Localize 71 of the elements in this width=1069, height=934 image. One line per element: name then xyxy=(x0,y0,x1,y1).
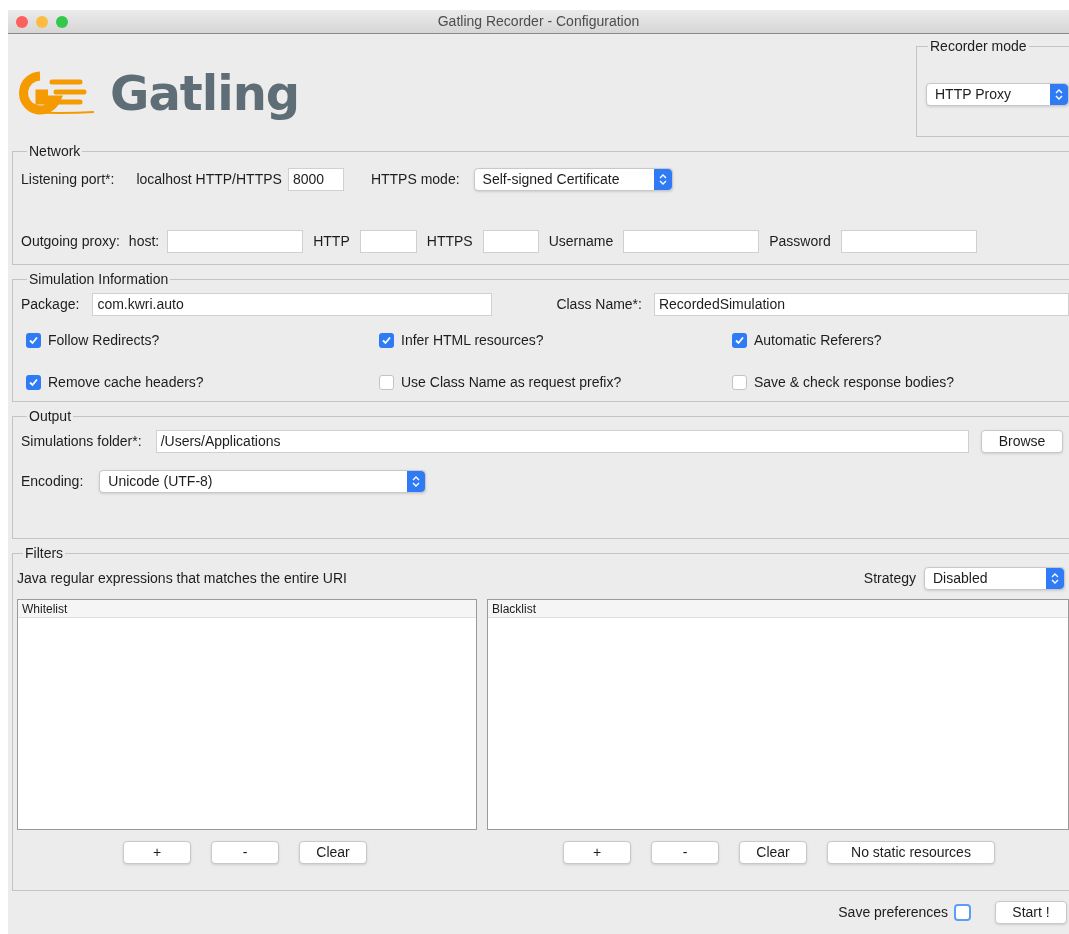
checkbox[interactable] xyxy=(26,333,41,348)
checkbox-label: Follow Redirects? xyxy=(48,331,160,350)
field-label: Listening port*: xyxy=(21,170,115,189)
stepper-icon xyxy=(407,471,426,492)
checkbox[interactable] xyxy=(379,375,394,390)
field-label: HTTPS mode: xyxy=(370,170,460,189)
minimize-icon[interactable] xyxy=(36,15,48,28)
window-title: Gatling Recorder - Configuration xyxy=(437,12,640,31)
field-label: Class Name*: xyxy=(556,295,642,314)
column-header: Whitelist xyxy=(18,600,476,618)
group-title: Simulation Information xyxy=(28,270,170,289)
push-button[interactable]: + xyxy=(563,841,631,864)
push-button[interactable]: Start ! xyxy=(995,901,1067,924)
field-label: Simulations folder*: xyxy=(21,432,142,451)
strategy-dropdown[interactable]: Disabled xyxy=(924,567,1065,590)
push-button[interactable]: Clear xyxy=(299,841,367,864)
mode-dropdown[interactable]: HTTP Proxy xyxy=(926,83,1069,106)
package-field[interactable]: com.kwri.auto xyxy=(92,293,493,316)
encoding-dropdown[interactable]: Unicode (UTF-8) xyxy=(99,470,427,493)
class-name-field[interactable]: RecordedSimulation xyxy=(653,293,1069,316)
checkmark-icon xyxy=(381,335,392,346)
field-label: Encoding: xyxy=(21,472,84,491)
checkbox[interactable] xyxy=(732,375,747,390)
checkbox-label: Use Class Name as request prefix? xyxy=(401,373,622,392)
checkbox[interactable] xyxy=(954,904,971,921)
zoom-icon[interactable] xyxy=(56,15,68,28)
checkmark-icon xyxy=(28,335,39,346)
push-button[interactable]: - xyxy=(651,841,719,864)
field-label: HTTPS xyxy=(426,232,473,251)
checkbox-label: Save & check response bodies? xyxy=(754,373,954,392)
stepper-icon xyxy=(653,169,672,190)
field-label: Strategy xyxy=(863,569,916,588)
field-label: localhost HTTP/HTTPS xyxy=(136,170,282,189)
port-field[interactable]: 8000 xyxy=(287,168,344,191)
group-title: Recorder mode xyxy=(929,37,1028,56)
stepper-icon xyxy=(1046,568,1064,589)
checkmark-icon xyxy=(28,377,39,388)
input-field[interactable] xyxy=(482,230,539,253)
input-field[interactable] xyxy=(359,230,417,253)
checkbox-label: Automatic Referers? xyxy=(754,331,882,350)
field-label: Package: xyxy=(21,295,80,314)
checkbox[interactable] xyxy=(732,333,747,348)
push-button[interactable]: - xyxy=(211,841,279,864)
checkbox[interactable] xyxy=(379,333,394,348)
input-field[interactable] xyxy=(167,230,304,253)
https-mode-dropdown[interactable]: Self-signed Certificate xyxy=(473,168,673,191)
field-label: Username xyxy=(548,232,614,251)
group-title: Network xyxy=(28,142,82,161)
folder-field[interactable]: /Users/Applications xyxy=(155,430,969,453)
push-button[interactable]: Browse xyxy=(981,430,1063,453)
input-field[interactable] xyxy=(840,230,977,253)
field-label: host: xyxy=(128,232,160,251)
column-header: Blacklist xyxy=(488,600,1068,618)
checkbox-label: Remove cache headers? xyxy=(48,373,204,392)
field-label: Outgoing proxy: xyxy=(21,232,120,251)
checkmark-icon xyxy=(734,335,745,346)
close-icon[interactable] xyxy=(16,15,28,28)
field-label: HTTP xyxy=(313,232,350,251)
group-title: Filters xyxy=(24,544,65,563)
input-field[interactable] xyxy=(623,230,760,253)
stepper-icon xyxy=(1050,84,1068,105)
checkbox-label: Infer HTML resources? xyxy=(401,331,544,350)
checkbox[interactable] xyxy=(26,375,41,390)
logo-icon xyxy=(18,69,96,116)
field-label: Save preferences xyxy=(838,903,948,922)
push-button[interactable]: No static resources xyxy=(827,841,995,864)
field-label: Password xyxy=(769,232,831,251)
push-button[interactable]: Clear xyxy=(739,841,807,864)
group-title: Output xyxy=(28,407,73,426)
description-text: Java regular expressions that matches the entire URI xyxy=(17,569,347,588)
push-button[interactable]: + xyxy=(123,841,191,864)
